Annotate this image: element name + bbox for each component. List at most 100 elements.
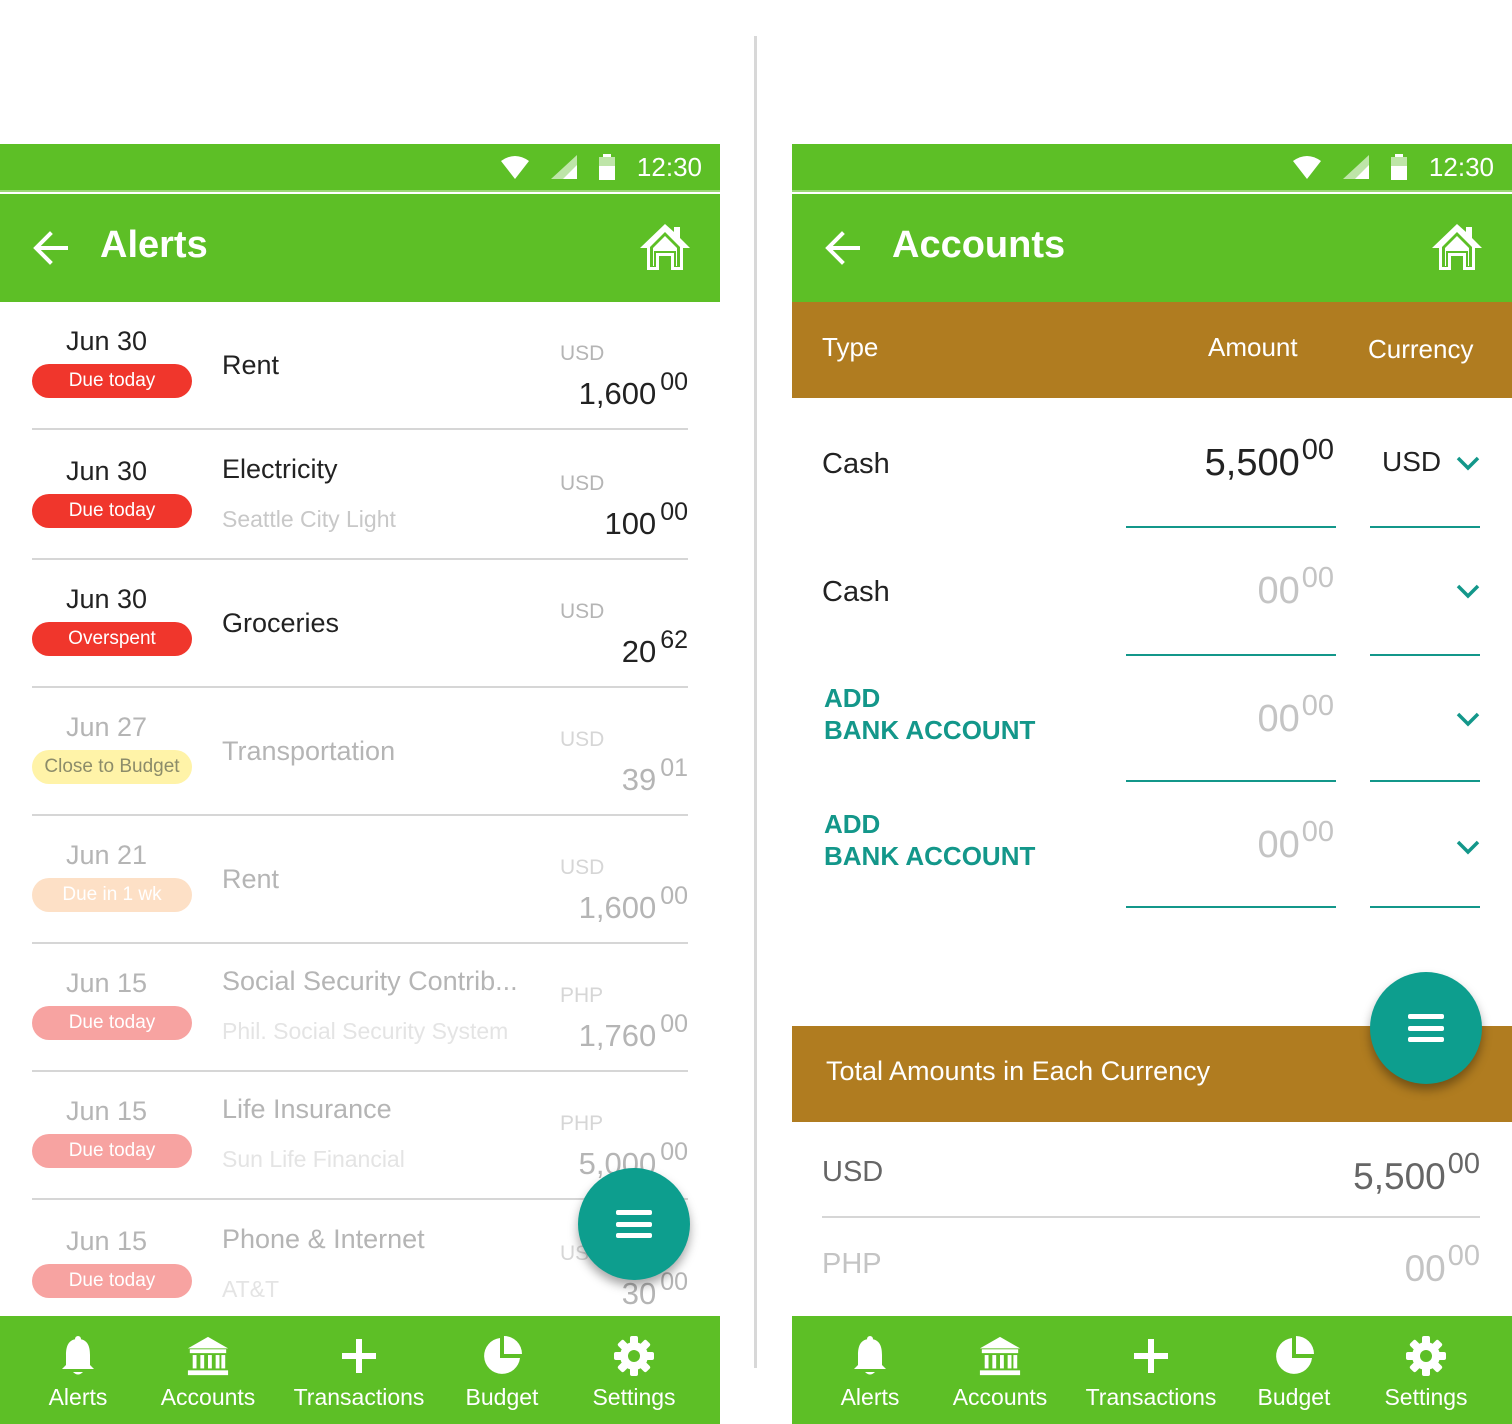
add-bank-account-button[interactable]: ADD BANK ACCOUNT bbox=[824, 808, 1035, 872]
column-header-amount: Amount bbox=[1208, 332, 1298, 362]
plus-icon bbox=[1129, 1334, 1173, 1378]
alert-row[interactable]: Jun 30 Overspent Groceries USD 20 62 bbox=[32, 560, 688, 688]
amount-input[interactable]: 0000 bbox=[1257, 690, 1334, 741]
status-badge: Due in 1 wk bbox=[32, 878, 192, 912]
battery-icon bbox=[1390, 154, 1407, 180]
bank-icon bbox=[978, 1334, 1022, 1378]
status-time: 12:30 bbox=[1428, 151, 1494, 182]
add-bank-account-button[interactable]: ADD BANK ACCOUNT bbox=[824, 682, 1035, 746]
alert-row[interactable]: Jun 15 Due today Life Insurance Sun Life… bbox=[32, 1072, 688, 1200]
nav-item-budget[interactable]: Budget bbox=[462, 1316, 542, 1424]
alert-currency: USD bbox=[560, 342, 605, 365]
alert-date: Jun 30 bbox=[66, 584, 148, 614]
menu-icon bbox=[616, 1210, 652, 1238]
status-badge: Due today bbox=[32, 1264, 192, 1298]
home-icon[interactable] bbox=[638, 222, 692, 272]
menu-fab-button[interactable] bbox=[1370, 972, 1482, 1084]
pie-chart-icon bbox=[480, 1334, 524, 1378]
amount-input[interactable]: 5,50000 bbox=[1205, 434, 1334, 485]
total-amount: 0000 bbox=[1404, 1240, 1480, 1289]
column-header-type: Type bbox=[822, 332, 879, 362]
alert-currency: USD bbox=[560, 856, 605, 879]
chevron-down-icon[interactable] bbox=[1456, 584, 1480, 600]
alert-row[interactable]: Jun 30 Due today Electricity Seattle Cit… bbox=[32, 432, 688, 560]
nav-item-accounts[interactable]: Accounts bbox=[158, 1316, 258, 1424]
total-row: PHP 0000 bbox=[822, 1218, 1480, 1314]
status-time: 12:30 bbox=[636, 151, 702, 182]
alert-row[interactable]: Jun 30 Due today Rent USD 1,600 00 bbox=[32, 302, 688, 430]
bell-icon bbox=[848, 1334, 892, 1378]
alert-date: Jun 30 bbox=[66, 326, 148, 356]
alert-name: Phone & Internet bbox=[222, 1224, 425, 1254]
chevron-down-icon[interactable] bbox=[1456, 456, 1480, 472]
alert-name: Life Insurance bbox=[222, 1094, 392, 1124]
home-icon[interactable] bbox=[1430, 222, 1484, 272]
nav-item-transactions[interactable]: Transactions bbox=[1082, 1316, 1220, 1424]
alert-date: Jun 15 bbox=[66, 968, 148, 998]
nav-item-alerts[interactable]: Alerts bbox=[830, 1316, 910, 1424]
chevron-down-icon[interactable] bbox=[1456, 712, 1480, 728]
page-title: Alerts bbox=[100, 224, 208, 266]
app-bar: Alerts bbox=[0, 194, 720, 302]
bottom-nav: Alerts Accounts Transactions Budget Sett… bbox=[0, 1316, 720, 1424]
alert-date: Jun 15 bbox=[66, 1226, 148, 1256]
amount-input[interactable]: 0000 bbox=[1257, 562, 1334, 613]
account-type[interactable]: Cash bbox=[822, 448, 890, 481]
alert-amount: 100 00 bbox=[604, 498, 688, 541]
column-header-currency: Currency bbox=[1368, 334, 1474, 364]
wifi-icon bbox=[1292, 156, 1321, 179]
gear-icon bbox=[1404, 1334, 1448, 1378]
nav-item-transactions[interactable]: Transactions bbox=[290, 1316, 428, 1424]
account-row: ADD BANK ACCOUNT 0000 bbox=[792, 780, 1512, 908]
status-badge: Close to Budget bbox=[32, 750, 192, 784]
currency-select-value[interactable]: USD bbox=[1382, 446, 1441, 478]
bell-icon bbox=[56, 1334, 100, 1378]
nav-item-budget[interactable]: Budget bbox=[1254, 1316, 1334, 1424]
status-badge: Due today bbox=[32, 1134, 192, 1168]
alert-amount: 39 01 bbox=[621, 754, 688, 797]
menu-icon bbox=[1408, 1014, 1444, 1042]
menu-fab-button[interactable] bbox=[578, 1168, 690, 1280]
back-arrow-icon[interactable] bbox=[822, 228, 862, 268]
battery-icon bbox=[598, 154, 615, 180]
back-arrow-icon[interactable] bbox=[30, 228, 70, 268]
alert-currency: USD bbox=[560, 472, 605, 495]
alert-name: Social Security Contrib... bbox=[222, 966, 518, 996]
status-bar: 12:30 bbox=[792, 144, 1512, 192]
alert-name: Rent bbox=[222, 350, 280, 380]
alert-currency: PHP bbox=[560, 984, 604, 1007]
app-bar: Accounts bbox=[792, 194, 1512, 302]
amount-input[interactable]: 0000 bbox=[1257, 816, 1334, 867]
status-badge: Due today bbox=[32, 364, 192, 398]
nav-item-alerts[interactable]: Alerts bbox=[38, 1316, 118, 1424]
chevron-down-icon[interactable] bbox=[1456, 840, 1480, 856]
alert-date: Jun 15 bbox=[66, 1096, 148, 1126]
alert-payee: Phil. Social Security System bbox=[222, 1018, 509, 1044]
total-row: USD 5,50000 bbox=[822, 1122, 1480, 1218]
alert-row[interactable]: Jun 27 Close to Budget Transportation US… bbox=[32, 688, 688, 816]
alert-date: Jun 27 bbox=[66, 712, 148, 742]
alert-name: Groceries bbox=[222, 608, 340, 638]
status-badge: Due today bbox=[32, 1006, 192, 1040]
plus-icon bbox=[337, 1334, 381, 1378]
accounts-screen: 12:30 Accounts Type Amount Currency Cash… bbox=[792, 144, 1512, 1424]
account-type[interactable]: Cash bbox=[822, 576, 890, 609]
nav-item-settings[interactable]: Settings bbox=[588, 1316, 680, 1424]
alert-name: Electricity bbox=[222, 454, 338, 484]
alert-row[interactable]: Jun 21 Due in 1 wk Rent USD 1,600 00 bbox=[32, 816, 688, 944]
alert-row[interactable]: Jun 15 Due today Social Security Contrib… bbox=[32, 944, 688, 1072]
alert-name: Transportation bbox=[222, 736, 396, 766]
account-row: ADD BANK ACCOUNT 0000 bbox=[792, 654, 1512, 782]
amount-input-underline bbox=[1126, 906, 1336, 908]
alerts-screen: 12:30 Alerts Jun 30 Due today Rent USD 1… bbox=[0, 144, 720, 1424]
alert-payee: Seattle City Light bbox=[222, 506, 396, 532]
nav-item-accounts[interactable]: Accounts bbox=[950, 1316, 1050, 1424]
alert-currency: USD bbox=[560, 728, 605, 751]
screen-divider bbox=[754, 36, 757, 1368]
total-amount: 5,50000 bbox=[1353, 1148, 1480, 1197]
alert-amount: 1,600 00 bbox=[578, 882, 688, 925]
pie-chart-icon bbox=[1272, 1334, 1316, 1378]
bank-icon bbox=[186, 1334, 230, 1378]
nav-item-settings[interactable]: Settings bbox=[1380, 1316, 1472, 1424]
signal-icon bbox=[550, 155, 577, 179]
